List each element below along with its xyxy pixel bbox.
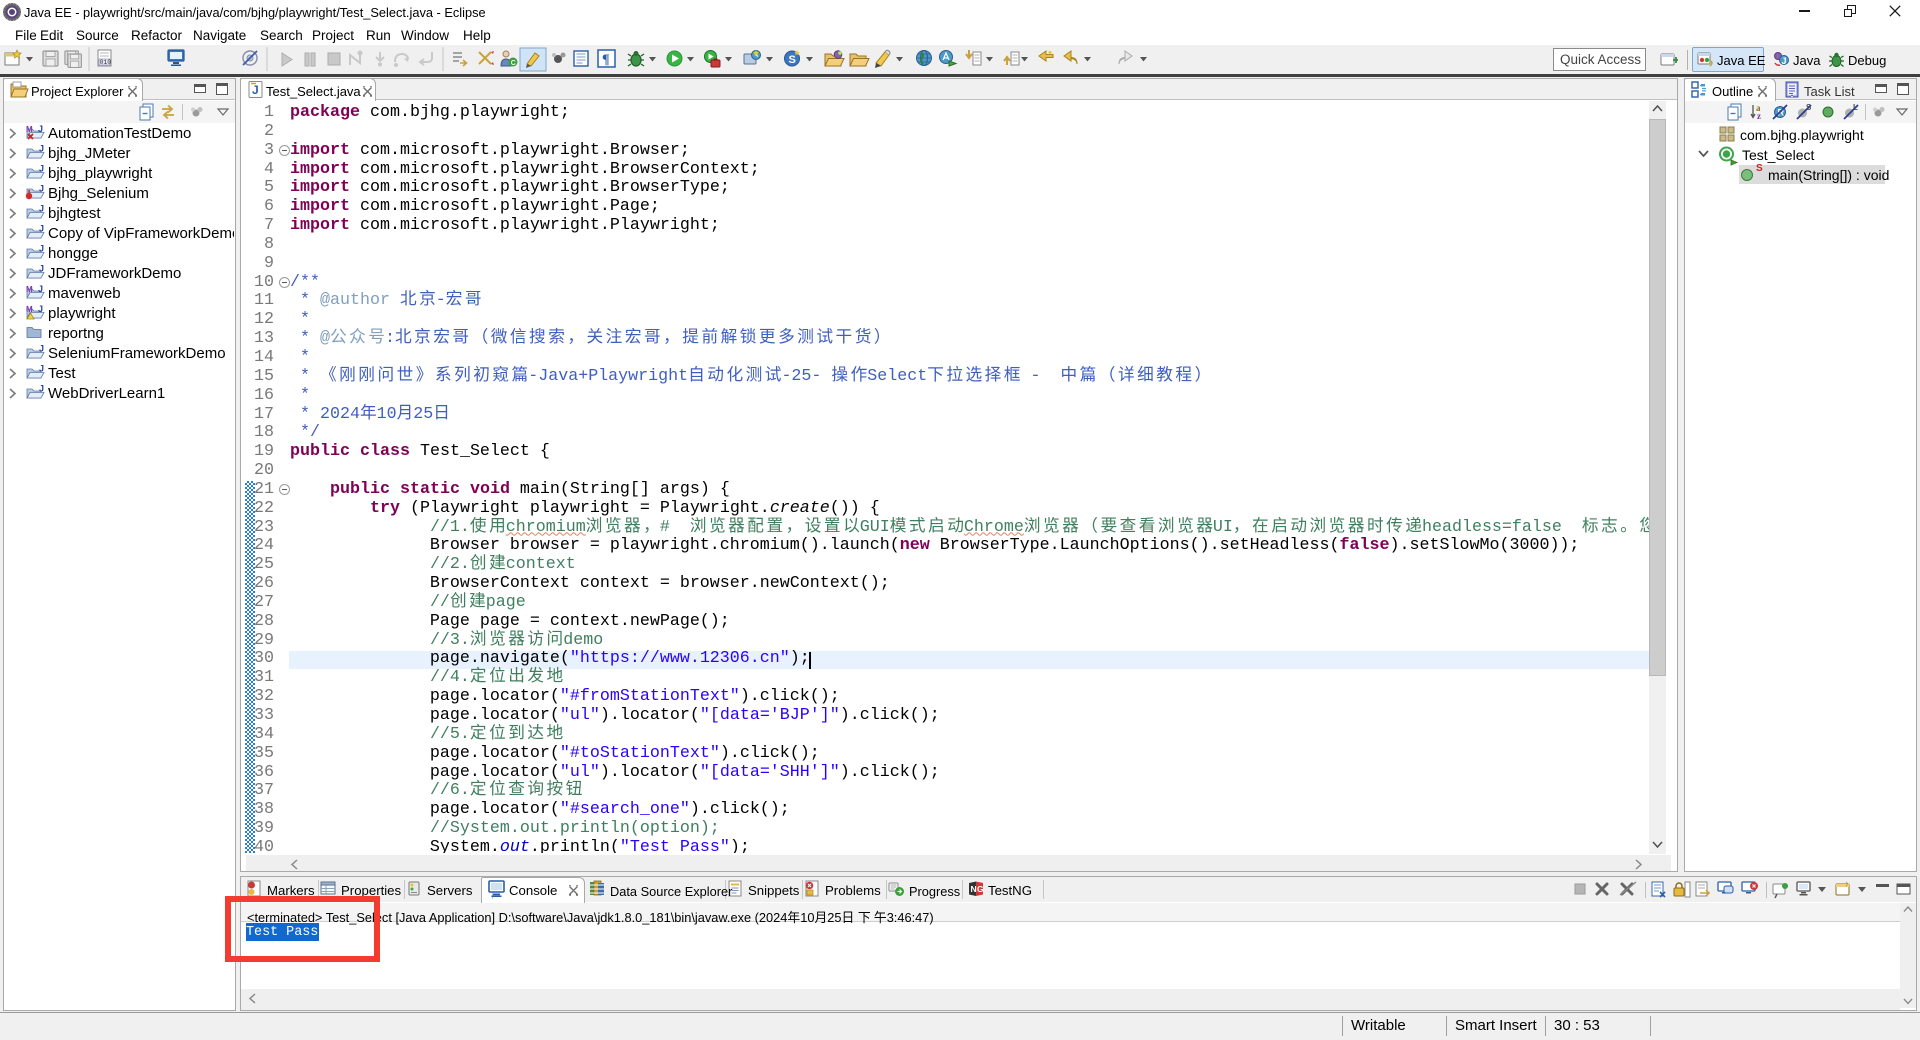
svg-text:J: J	[1782, 56, 1787, 66]
svg-text:010: 010	[100, 59, 112, 66]
svg-text:z: z	[1757, 111, 1761, 121]
svg-text:¶: ¶	[602, 53, 610, 68]
svg-text:G: G	[977, 884, 984, 894]
svg-text:C: C	[511, 60, 516, 67]
svg-text:S: S	[789, 54, 796, 66]
svg-text:S: S	[1756, 163, 1763, 174]
svg-text:N: N	[971, 884, 977, 894]
svg-text:J: J	[252, 83, 259, 97]
